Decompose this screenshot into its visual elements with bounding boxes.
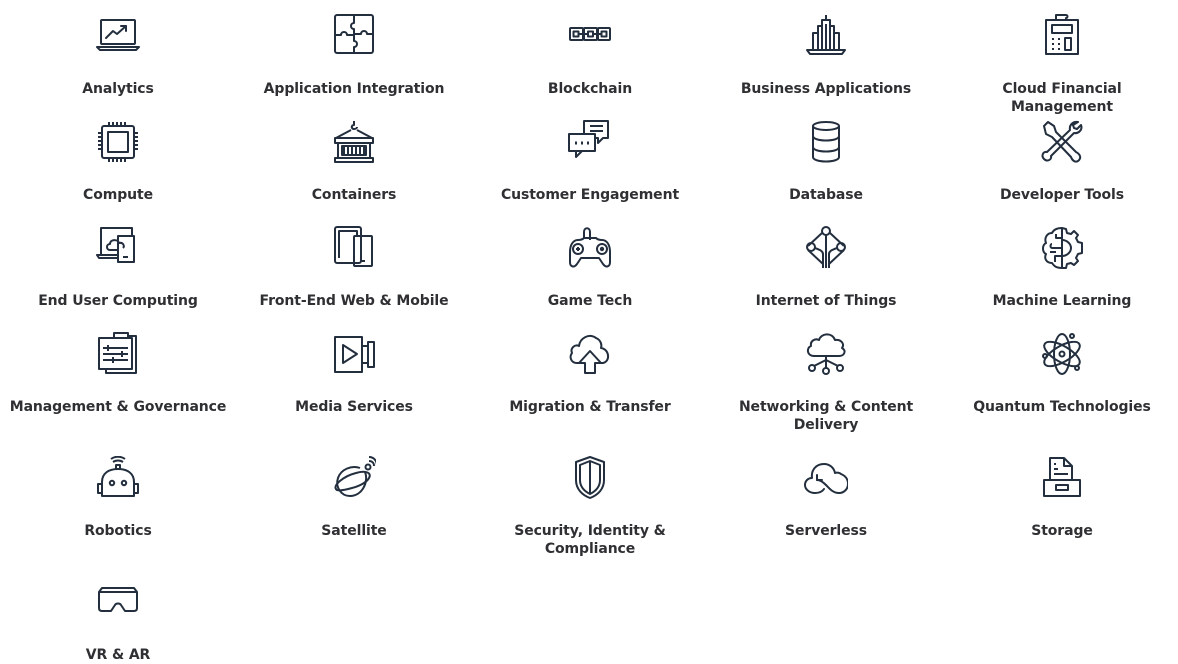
category-label: Storage	[1031, 523, 1093, 539]
category-storage[interactable]: Storage	[944, 456, 1178, 540]
category-robotics[interactable]: Robotics	[0, 456, 236, 540]
category-label: Machine Learning	[992, 293, 1132, 309]
puzzle-icon	[332, 14, 376, 58]
category-label: Networking & Content Delivery	[738, 399, 914, 433]
category-internet-of-things[interactable]: Internet of Things	[708, 226, 944, 310]
robot-icon	[96, 456, 140, 500]
category-label: Game Tech	[547, 293, 633, 309]
category-database[interactable]: Database	[708, 120, 944, 204]
category-satellite[interactable]: Satellite	[236, 456, 472, 540]
tools-icon	[1040, 120, 1084, 164]
gamepad-icon	[568, 226, 612, 270]
category-label: Internet of Things	[755, 293, 897, 309]
brain-gear-icon	[1040, 226, 1084, 270]
category-cloud-financial-management[interactable]: Cloud Financial Management	[944, 14, 1178, 116]
building-icon	[804, 14, 848, 58]
cloud-network-icon	[804, 332, 848, 376]
video-camera-icon	[332, 332, 376, 376]
category-label: Database	[789, 187, 863, 203]
category-label: Robotics	[84, 523, 152, 539]
container-icon	[332, 120, 376, 164]
category-business-applications[interactable]: Business Applications	[708, 14, 944, 98]
vr-headset-icon	[96, 580, 140, 624]
category-label: Blockchain	[547, 81, 633, 97]
blockchain-icon	[568, 14, 612, 58]
category-machine-learning[interactable]: Machine Learning	[944, 226, 1178, 310]
iot-icon	[804, 226, 848, 270]
category-networking-content-delivery[interactable]: Networking & Content Delivery	[708, 332, 944, 434]
category-front-end-web-mobile[interactable]: Front-End Web & Mobile	[236, 226, 472, 310]
analytics-icon	[96, 14, 140, 58]
category-customer-engagement[interactable]: Customer Engagement	[472, 120, 708, 204]
category-developer-tools[interactable]: Developer Tools	[944, 120, 1178, 204]
category-label: Application Integration	[263, 81, 445, 97]
category-migration-transfer[interactable]: Migration & Transfer	[472, 332, 708, 416]
category-end-user-computing[interactable]: End User Computing	[0, 226, 236, 310]
category-label: Security, Identity & Compliance	[514, 523, 666, 557]
category-quantum-technologies[interactable]: Quantum Technologies	[944, 332, 1178, 416]
clipboard-icon	[96, 332, 140, 376]
storage-icon	[1040, 456, 1084, 500]
category-label: Front-End Web & Mobile	[259, 293, 449, 309]
desktop-cloud-icon	[96, 226, 140, 270]
category-label: Serverless	[785, 523, 867, 539]
category-label: Cloud Financial Management	[1002, 81, 1122, 115]
category-management-governance[interactable]: Management & Governance	[0, 332, 236, 416]
category-label: Migration & Transfer	[509, 399, 671, 415]
cloud-upload-icon	[568, 332, 612, 376]
cloud-serverless-icon	[804, 456, 848, 500]
calculator-icon	[1040, 14, 1084, 58]
category-label: Quantum Technologies	[973, 399, 1151, 415]
category-label: Business Applications	[740, 81, 912, 97]
category-compute[interactable]: Compute	[0, 120, 236, 204]
category-label: Compute	[83, 187, 153, 203]
category-label: Customer Engagement	[500, 187, 680, 203]
chip-icon	[96, 120, 140, 164]
category-label: VR & AR	[85, 647, 151, 663]
devices-icon	[332, 226, 376, 270]
category-blockchain[interactable]: Blockchain	[472, 14, 708, 98]
category-label: Analytics	[82, 81, 154, 97]
category-analytics[interactable]: Analytics	[0, 14, 236, 98]
category-label: Management & Governance	[9, 399, 227, 415]
chat-bubbles-icon	[568, 120, 612, 164]
category-game-tech[interactable]: Game Tech	[472, 226, 708, 310]
category-containers[interactable]: Containers	[236, 120, 472, 204]
category-media-services[interactable]: Media Services	[236, 332, 472, 416]
category-label: Containers	[311, 187, 397, 203]
category-serverless[interactable]: Serverless	[708, 456, 944, 540]
satellite-icon	[332, 456, 376, 500]
category-label: Satellite	[321, 523, 387, 539]
category-application-integration[interactable]: Application Integration	[236, 14, 472, 98]
database-icon	[804, 120, 848, 164]
atom-icon	[1040, 332, 1084, 376]
category-label: Media Services	[295, 399, 413, 415]
shield-icon	[568, 456, 612, 500]
category-security-identity-compliance[interactable]: Security, Identity & Compliance	[472, 456, 708, 558]
category-vr-ar[interactable]: VR & AR	[0, 580, 236, 664]
category-label: Developer Tools	[999, 187, 1124, 203]
category-label: End User Computing	[38, 293, 198, 309]
